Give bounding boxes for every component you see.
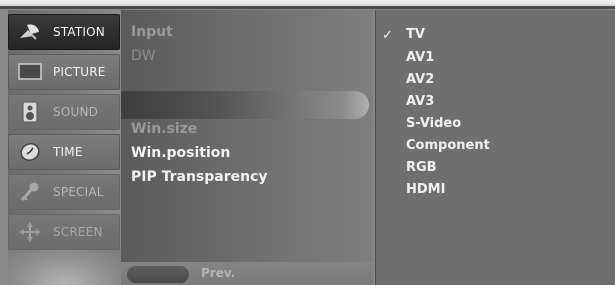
category-label: SCREEN [53,225,103,239]
submenu-item-win-position[interactable]: Win.position [131,145,230,161]
option-rgb[interactable]: RGB [406,160,437,175]
category-sound[interactable]: SOUND [8,94,120,130]
prev-label: Prev. [201,266,236,280]
category-label: STATION [53,25,105,39]
submenu-item-win-size[interactable]: Win.size [131,121,197,137]
submenu-item-input[interactable]: Input [131,24,173,40]
screen-move-icon [17,221,43,243]
monitor-icon [17,61,43,83]
option-hdmi[interactable]: HDMI [406,182,445,197]
category-station[interactable]: STATION [8,14,120,50]
option-av3[interactable]: AV3 [406,94,434,109]
option-s-video[interactable]: S-Video [406,116,461,131]
category-special[interactable]: SPECIAL [8,174,120,210]
category-picture[interactable]: PICTURE [8,54,120,90]
option-av2[interactable]: AV2 [406,72,434,87]
speaker-icon [17,101,43,123]
submenu-item-dw[interactable]: DW [131,48,156,64]
option-tv[interactable]: TV [406,27,425,42]
option-component[interactable]: Component [406,138,490,153]
submenu-item-pip-transparency[interactable]: PIP Transparency [131,169,268,185]
clock-icon [17,141,43,163]
top-frame-line [0,6,615,9]
submenu-selection-bar[interactable] [121,91,369,119]
category-time[interactable]: TIME [8,134,120,170]
prev-button[interactable] [127,266,189,283]
category-screen[interactable]: SCREEN [8,214,120,250]
category-label: PICTURE [53,65,106,79]
checkmark-icon: ✓ [382,28,393,43]
category-label: SOUND [53,105,99,119]
tv-osd-screen: STATION PICTURE SOUND TIME SPECIAL SCREE… [0,0,615,285]
category-label: TIME [53,145,83,159]
category-column-glow [8,250,121,285]
option-av1[interactable]: AV1 [406,50,434,65]
satellite-dish-icon [17,21,43,43]
key-icon [17,181,43,203]
category-label: SPECIAL [53,185,104,199]
